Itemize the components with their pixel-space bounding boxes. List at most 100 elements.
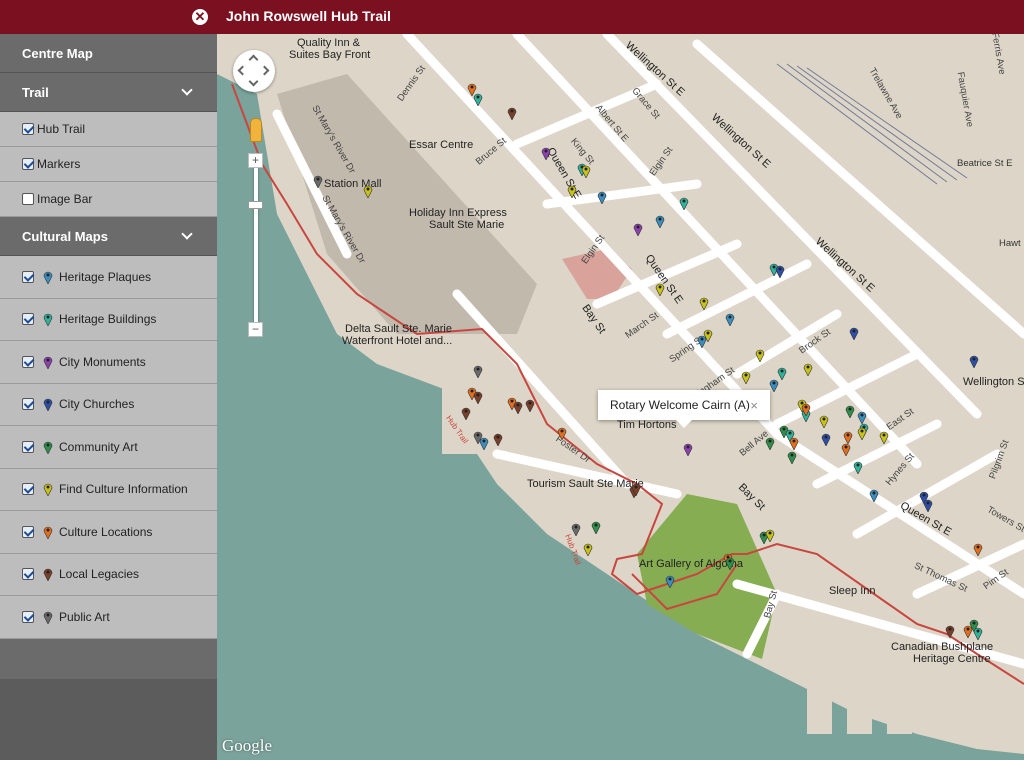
map-marker[interactable] xyxy=(973,626,983,641)
label-quality-inn-2: Suites Bay Front xyxy=(289,49,371,61)
map-marker[interactable] xyxy=(769,378,779,393)
cultural-item[interactable]: City Monuments xyxy=(0,341,217,384)
map-marker[interactable] xyxy=(313,174,323,189)
map-marker[interactable] xyxy=(973,542,983,557)
map-marker[interactable] xyxy=(665,574,675,589)
label-holiday-inn: Holiday Inn Express xyxy=(409,207,507,219)
map-marker[interactable] xyxy=(787,450,797,465)
map-marker[interactable] xyxy=(849,326,859,341)
trail-section-header[interactable]: Trail xyxy=(0,73,217,112)
cultural-item-checkbox[interactable] xyxy=(22,270,34,283)
cultural-item-checkbox[interactable] xyxy=(22,355,34,368)
cultural-item[interactable]: City Churches xyxy=(0,383,217,426)
close-icon[interactable]: ✕ xyxy=(192,9,208,25)
map-marker[interactable] xyxy=(819,414,829,429)
map-marker[interactable] xyxy=(567,184,577,199)
zoom-slider-thumb[interactable] xyxy=(248,201,263,209)
map-marker[interactable] xyxy=(591,520,601,535)
pan-control[interactable] xyxy=(233,50,275,92)
map-marker[interactable] xyxy=(633,222,643,237)
cultural-item-checkbox[interactable] xyxy=(22,568,34,581)
map-marker[interactable] xyxy=(631,482,641,497)
cultural-item[interactable]: Heritage Buildings xyxy=(0,298,217,341)
zoom-in-button[interactable]: + xyxy=(248,153,263,168)
map-marker[interactable] xyxy=(725,312,735,327)
cultural-item-checkbox[interactable] xyxy=(22,313,34,326)
map-marker[interactable] xyxy=(597,190,607,205)
map-marker[interactable] xyxy=(697,334,707,349)
label-tim-hortons: Tim Hortons xyxy=(617,419,677,431)
map-marker[interactable] xyxy=(765,436,775,451)
cultural-item-checkbox[interactable] xyxy=(22,610,34,623)
markers-checkbox[interactable] xyxy=(22,158,34,170)
map-marker[interactable] xyxy=(473,364,483,379)
map-marker[interactable] xyxy=(655,282,665,297)
map-marker[interactable] xyxy=(473,92,483,107)
map-marker[interactable] xyxy=(853,460,863,475)
trail-item-markers[interactable]: Markers xyxy=(0,147,217,182)
google-logo: Google xyxy=(222,736,273,755)
map-marker[interactable] xyxy=(777,366,787,381)
map-marker[interactable] xyxy=(969,354,979,369)
hub-trail-checkbox[interactable] xyxy=(22,123,34,135)
map-marker[interactable] xyxy=(683,442,693,457)
trail-item-hub-trail[interactable]: Hub Trail xyxy=(0,112,217,147)
map-marker[interactable] xyxy=(841,442,851,457)
zoom-out-button[interactable]: − xyxy=(248,322,263,337)
map-marker[interactable] xyxy=(857,426,867,441)
map-marker[interactable] xyxy=(583,542,593,557)
cultural-item[interactable]: Public Art xyxy=(0,596,217,639)
map-marker[interactable] xyxy=(679,196,689,211)
cultural-item[interactable]: Community Art xyxy=(0,426,217,469)
map-marker[interactable] xyxy=(363,184,373,199)
map-marker[interactable] xyxy=(557,426,567,441)
map-marker[interactable] xyxy=(945,624,955,639)
map-marker[interactable] xyxy=(725,556,735,571)
cultural-item[interactable]: Local Legacies xyxy=(0,553,217,596)
cultural-item-checkbox[interactable] xyxy=(22,483,34,496)
trail-item-image-bar[interactable]: Image Bar xyxy=(0,182,217,217)
cultural-maps-section-header[interactable]: Cultural Maps xyxy=(0,217,217,256)
map-marker[interactable] xyxy=(507,106,517,121)
map-marker[interactable] xyxy=(461,406,471,421)
map-marker[interactable] xyxy=(803,362,813,377)
map-marker[interactable] xyxy=(581,164,591,179)
cultural-item[interactable]: Heritage Plaques xyxy=(0,256,217,299)
cultural-item[interactable]: Culture Locations xyxy=(0,511,217,554)
map-marker[interactable] xyxy=(789,436,799,451)
map-marker[interactable] xyxy=(655,214,665,229)
map-marker[interactable] xyxy=(845,404,855,419)
map-pin-icon xyxy=(43,355,53,369)
info-window-close-button[interactable]: × xyxy=(750,398,758,413)
cultural-item-checkbox[interactable] xyxy=(22,398,34,411)
map-marker[interactable] xyxy=(571,522,581,537)
map-marker[interactable] xyxy=(755,348,765,363)
sidebar: Centre Map Trail Hub Trail Markers Image… xyxy=(0,34,217,760)
map-view[interactable]: Quality Inn & Suites Bay Front Essar Cen… xyxy=(217,34,1024,760)
map-pin-icon xyxy=(43,397,53,412)
centre-map-button[interactable]: Centre Map xyxy=(0,34,217,73)
map-marker[interactable] xyxy=(923,498,933,513)
map-marker[interactable] xyxy=(879,430,889,445)
map-marker[interactable] xyxy=(473,390,483,405)
map-marker[interactable] xyxy=(493,432,503,447)
map-marker[interactable] xyxy=(525,398,535,413)
image-bar-checkbox[interactable] xyxy=(22,193,34,205)
map-marker[interactable] xyxy=(479,436,489,451)
map-marker[interactable] xyxy=(765,528,775,543)
map-marker[interactable] xyxy=(741,370,751,385)
map-marker[interactable] xyxy=(513,400,523,415)
map-marker[interactable] xyxy=(699,296,709,311)
cultural-item-checkbox[interactable] xyxy=(22,440,34,453)
map-marker[interactable] xyxy=(869,488,879,503)
map-marker[interactable] xyxy=(775,264,785,279)
zoom-slider-track[interactable] xyxy=(254,162,258,332)
map-marker[interactable] xyxy=(821,432,831,447)
map-marker[interactable] xyxy=(541,146,551,161)
pier-3 xyxy=(847,674,872,734)
cultural-item[interactable]: Find Culture Information xyxy=(0,468,217,511)
street-view-pegman-icon[interactable] xyxy=(250,118,262,142)
map-marker[interactable] xyxy=(801,402,811,417)
cultural-item-checkbox[interactable] xyxy=(22,525,34,538)
chevron-down-icon xyxy=(181,84,193,96)
